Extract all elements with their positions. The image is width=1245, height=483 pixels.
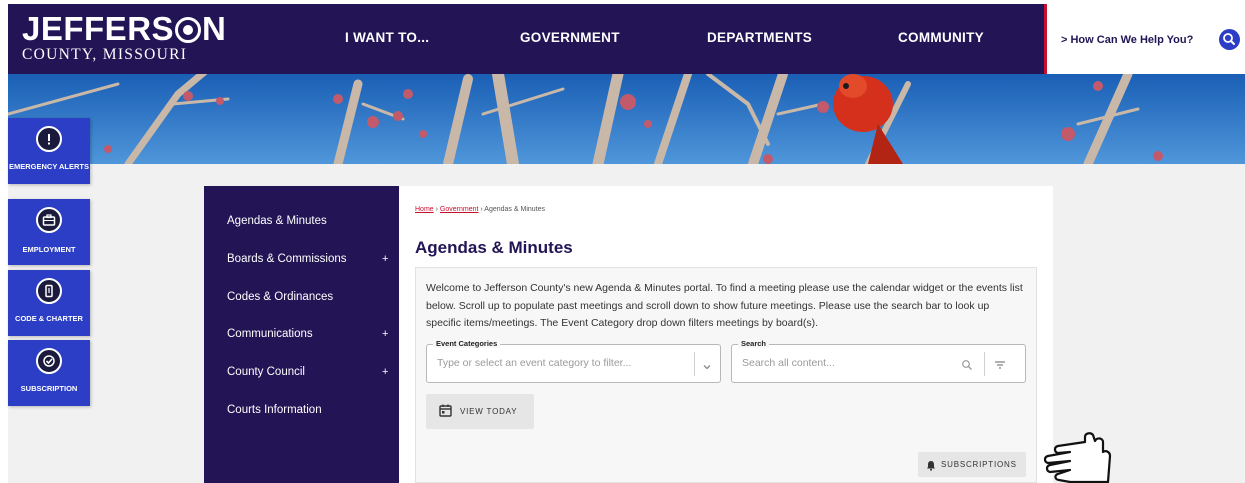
event-category-input[interactable] bbox=[437, 357, 687, 369]
calendar-icon bbox=[439, 404, 452, 420]
page-title: Agendas & Minutes bbox=[415, 238, 573, 257]
search-icon[interactable] bbox=[1219, 29, 1240, 50]
quick-link-employment[interactable]: EMPLOYMENT bbox=[8, 199, 90, 265]
briefcase-icon bbox=[36, 207, 62, 233]
hero-banner bbox=[8, 74, 1245, 164]
sidebar-item-agendas-minutes[interactable]: Agendas & Minutes bbox=[227, 215, 327, 227]
logo-subtitle: COUNTY, MISSOURI bbox=[22, 46, 188, 63]
field-divider bbox=[694, 352, 695, 376]
help-link[interactable]: > How Can We Help You? bbox=[1061, 34, 1193, 46]
search-field[interactable]: Search bbox=[731, 339, 1026, 383]
hero-image bbox=[8, 74, 1245, 164]
document-icon bbox=[36, 278, 62, 304]
quick-link-code-charter[interactable]: CODE & CHARTER bbox=[8, 270, 90, 336]
search-input[interactable] bbox=[742, 357, 952, 369]
intro-text: Welcome to Jefferson County's new Agenda… bbox=[426, 282, 1023, 329]
site-header: JEFFERS N COUNTY, MISSOURI I WANT TO... G… bbox=[8, 4, 1044, 74]
nav-i-want-to[interactable]: I WANT TO... bbox=[345, 30, 429, 45]
seal-icon bbox=[175, 17, 202, 43]
help-search-box[interactable]: > How Can We Help You? bbox=[1044, 4, 1245, 74]
breadcrumb-current: Agendas & Minutes bbox=[484, 206, 545, 213]
sidebar-item-codes-ordinances[interactable]: Codes & Ordinances bbox=[227, 291, 333, 303]
quick-link-label: EMPLOYMENT bbox=[22, 245, 76, 254]
logo-text-left: JEFFERS bbox=[22, 10, 175, 47]
event-category-select[interactable]: Event Categories bbox=[426, 339, 721, 383]
bell-icon bbox=[926, 459, 936, 474]
quick-link-subscription[interactable]: SUBSCRIPTION bbox=[8, 340, 90, 406]
sidebar-item-communications[interactable]: Communications bbox=[227, 328, 313, 340]
quick-link-label: EMERGENCY ALERTS bbox=[8, 162, 89, 171]
nav-government[interactable]: GOVERNMENT bbox=[520, 30, 620, 45]
field-divider bbox=[984, 352, 985, 376]
main-content: Home › Government › Agendas & Minutes Ag… bbox=[399, 186, 1053, 483]
subscriptions-label: SUBSCRIPTIONS bbox=[941, 460, 1017, 469]
chevron-down-icon[interactable] bbox=[702, 359, 712, 377]
sidebar-item-boards-commissions[interactable]: Boards & Commissions bbox=[227, 253, 347, 265]
breadcrumb: Home › Government › Agendas & Minutes bbox=[415, 206, 545, 213]
sidebar-item-county-council[interactable]: County Council bbox=[227, 366, 305, 378]
logo-wordmark: JEFFERS N bbox=[22, 12, 226, 46]
breadcrumb-home[interactable]: Home bbox=[415, 206, 434, 213]
quick-link-label: CODE & CHARTER bbox=[15, 314, 83, 323]
search-icon[interactable] bbox=[961, 358, 973, 376]
sidebar-item-courts-information[interactable]: Courts Information bbox=[227, 404, 322, 416]
nav-departments[interactable]: DEPARTMENTS bbox=[707, 30, 812, 45]
quick-link-label: SUBSCRIPTION bbox=[20, 384, 78, 393]
alert-icon bbox=[36, 126, 62, 152]
view-today-label: VIEW TODAY bbox=[460, 407, 518, 416]
search-label: Search bbox=[738, 339, 770, 348]
county-logo[interactable]: JEFFERS N COUNTY, MISSOURI bbox=[22, 12, 226, 64]
filter-icon[interactable] bbox=[994, 358, 1006, 376]
subscriptions-button[interactable]: SUBSCRIPTIONS bbox=[918, 452, 1026, 477]
agenda-portal-panel: Welcome to Jefferson County's new Agenda… bbox=[415, 267, 1037, 483]
breadcrumb-government[interactable]: Government bbox=[440, 206, 479, 213]
sidebar-nav: Agendas & Minutes Boards & Commissions +… bbox=[204, 186, 399, 483]
logo-text-right: N bbox=[202, 10, 227, 47]
expand-icon[interactable]: + bbox=[382, 366, 388, 378]
nav-community[interactable]: COMMUNITY bbox=[898, 30, 984, 45]
pointer-hand-icon bbox=[1043, 432, 1112, 483]
expand-icon[interactable]: + bbox=[382, 253, 388, 265]
event-category-label: Event Categories bbox=[433, 339, 501, 348]
expand-icon[interactable]: + bbox=[382, 328, 388, 340]
view-today-button[interactable]: VIEW TODAY bbox=[426, 394, 534, 429]
checkmark-icon bbox=[36, 348, 62, 374]
quick-link-emergency-alerts[interactable]: EMERGENCY ALERTS bbox=[8, 118, 90, 184]
page: JEFFERS N COUNTY, MISSOURI I WANT TO... G… bbox=[0, 0, 1245, 483]
